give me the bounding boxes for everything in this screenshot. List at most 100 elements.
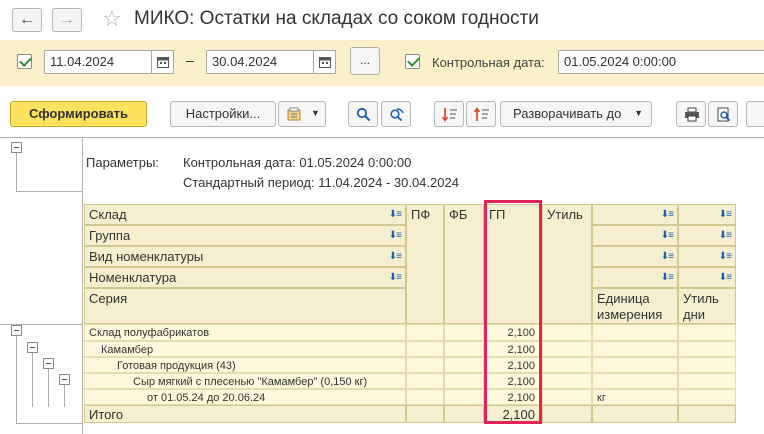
- settings-button[interactable]: Настройки...: [170, 101, 276, 127]
- header-warehouse[interactable]: Склад ⬇≡: [84, 204, 406, 225]
- sort-icon[interactable]: ⬇≡: [389, 251, 402, 262]
- title-bar: ← → ☆ МИКО: Остатки на складах со соком …: [0, 0, 764, 38]
- table-cell-fb: [444, 341, 484, 357]
- table-cell-gp: 2,100: [484, 389, 542, 405]
- table-cell-util: [542, 324, 592, 341]
- table-cell-pf: [406, 341, 444, 357]
- table-row-name[interactable]: Сыр мягкий с плесенью "Камамбер" (0,150 …: [84, 373, 406, 389]
- more-button[interactable]: [746, 101, 764, 127]
- sort-descending-button[interactable]: [466, 101, 496, 127]
- total-cell-pf: [406, 405, 444, 423]
- sort-icon[interactable]: ⬇≡: [389, 209, 402, 220]
- print-preview-icon: [717, 107, 731, 122]
- header-sort-slot[interactable]: ⬇≡: [678, 267, 736, 288]
- collapse-group-icon[interactable]: [27, 342, 38, 353]
- header-sort-slot[interactable]: ⬇≡: [592, 204, 678, 225]
- sort-ascending-button[interactable]: [434, 101, 464, 127]
- table-cell-pf: [406, 357, 444, 373]
- sort-icon[interactable]: ⬇≡: [389, 230, 402, 241]
- table-cell-pf: [406, 373, 444, 389]
- forward-button[interactable]: →: [52, 8, 82, 32]
- table-cell-fb: [444, 389, 484, 405]
- sort-icon[interactable]: ⬇≡: [719, 209, 732, 220]
- print-button[interactable]: [676, 101, 706, 127]
- group-line: [16, 336, 17, 423]
- header-sort-slot[interactable]: ⬇≡: [592, 267, 678, 288]
- group-line: [32, 353, 33, 407]
- header-util-days[interactable]: Утиль дни: [678, 288, 736, 324]
- group-line: [16, 191, 82, 192]
- arrow-right-icon: →: [59, 11, 75, 28]
- sort-icon[interactable]: ⬇≡: [661, 230, 674, 241]
- chevron-down-icon: ▼: [634, 108, 643, 118]
- variants-dropdown-button[interactable]: ▼: [278, 101, 326, 127]
- params-label: Параметры:: [86, 155, 159, 170]
- search-icon: [356, 107, 371, 122]
- print-preview-button[interactable]: [708, 101, 738, 127]
- header-gp[interactable]: ГП: [484, 204, 542, 324]
- expand-to-button[interactable]: Разворачивать до ▼: [500, 101, 652, 127]
- control-date-checkbox[interactable]: [405, 54, 420, 69]
- header-sort-slot[interactable]: ⬇≡: [592, 246, 678, 267]
- sort-icon[interactable]: ⬇≡: [661, 272, 674, 283]
- table-cell-util: [542, 373, 592, 389]
- report-variant-icon: [287, 107, 301, 121]
- sort-icon[interactable]: ⬇≡: [719, 272, 732, 283]
- collapse-group-icon[interactable]: [59, 374, 70, 385]
- expand-to-label: Разворачивать до: [513, 106, 622, 121]
- date-from-field[interactable]: 11.04.2024: [44, 50, 152, 74]
- header-nomenclature[interactable]: Номенклатура ⬇≡: [84, 267, 406, 288]
- header-nomenclature-type[interactable]: Вид номенклатуры ⬇≡: [84, 246, 406, 267]
- period-checkbox[interactable]: [17, 54, 32, 69]
- header-group[interactable]: Группа ⬇≡: [84, 225, 406, 246]
- table-cell-util-days: [678, 357, 736, 373]
- sort-up-icon: [474, 107, 489, 121]
- collapse-group-icon[interactable]: [11, 325, 22, 336]
- header-unit[interactable]: Единица измерения: [592, 288, 678, 324]
- search-button[interactable]: [348, 101, 378, 127]
- table-row-name[interactable]: от 01.05.24 до 20.06.24: [84, 389, 406, 405]
- window-title: МИКО: Остатки на складах со соком годнос…: [134, 8, 539, 29]
- date-from-calendar-button[interactable]: [152, 50, 174, 74]
- period-select-button[interactable]: ...: [350, 47, 380, 75]
- date-to-calendar-button[interactable]: [314, 50, 336, 74]
- sort-icon[interactable]: ⬇≡: [661, 209, 674, 220]
- search-next-button[interactable]: [381, 101, 411, 127]
- header-pf[interactable]: ПФ: [406, 204, 444, 324]
- collapse-group-icon[interactable]: [11, 142, 22, 153]
- table-cell-unit: [592, 341, 678, 357]
- back-button[interactable]: ←: [12, 8, 42, 32]
- total-cell-util-days: [678, 405, 736, 423]
- header-fb[interactable]: ФБ: [444, 204, 484, 324]
- date-to-field[interactable]: 30.04.2024: [206, 50, 314, 74]
- header-sort-slot[interactable]: ⬇≡: [592, 225, 678, 246]
- header-util[interactable]: Утиль: [542, 204, 592, 324]
- chevron-down-icon: ▼: [311, 108, 320, 118]
- table-row-name[interactable]: Готовая продукция (43): [84, 357, 406, 373]
- sort-icon[interactable]: ⬇≡: [389, 272, 402, 283]
- total-label: Итого: [84, 405, 406, 423]
- header-series[interactable]: Серия: [84, 288, 406, 324]
- sort-icon[interactable]: ⬇≡: [719, 251, 732, 262]
- table-row-name[interactable]: Камамбер: [84, 341, 406, 357]
- table-row-name[interactable]: Склад полуфабрикатов: [84, 324, 406, 341]
- collapse-group-icon[interactable]: [43, 358, 54, 369]
- param-control-date: Контрольная дата: 01.05.2024 0:00:00: [183, 155, 412, 170]
- favorite-star-icon[interactable]: ☆: [102, 6, 122, 32]
- header-sort-slot[interactable]: ⬇≡: [678, 246, 736, 267]
- header-sort-slot[interactable]: ⬇≡: [678, 204, 736, 225]
- table-cell-util: [542, 357, 592, 373]
- table-cell-util-days: [678, 389, 736, 405]
- table-cell-unit: [592, 357, 678, 373]
- sort-icon[interactable]: ⬇≡: [661, 251, 674, 262]
- table-cell-unit: [592, 324, 678, 341]
- sort-icon[interactable]: ⬇≡: [719, 230, 732, 241]
- header-sort-slot[interactable]: ⬇≡: [678, 225, 736, 246]
- sort-down-icon: [442, 108, 457, 122]
- generate-button[interactable]: Сформировать: [10, 101, 147, 127]
- table-cell-gp: 2,100: [484, 357, 542, 373]
- table-cell-pf: [406, 389, 444, 405]
- control-date-field[interactable]: 01.05.2024 0:00:00: [558, 50, 764, 74]
- table-cell-gp: 2,100: [484, 324, 542, 341]
- gutter-separator: [82, 137, 83, 434]
